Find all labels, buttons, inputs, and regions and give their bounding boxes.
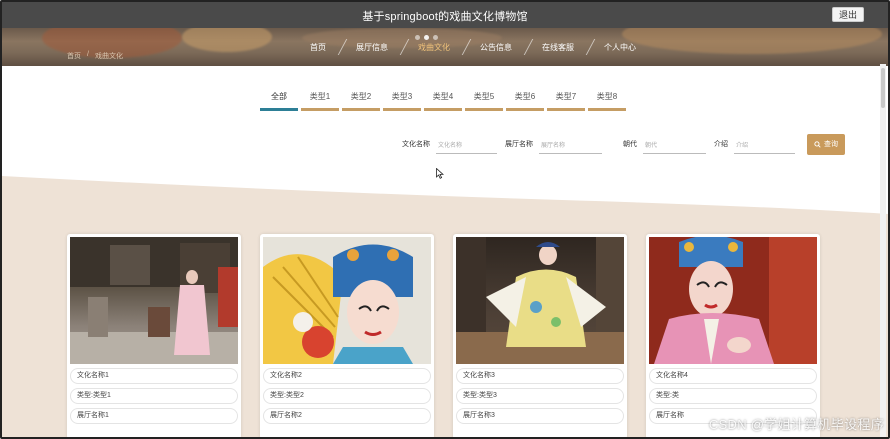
breadcrumb-home[interactable]: 首页 (67, 51, 81, 61)
search-bar: 文化名称 文化名称 展厅名称 展厅名称 朝代 朝代 介绍 介绍 查询 (402, 133, 845, 155)
card-type: 类型:类型2 (263, 388, 431, 404)
wave-divider (2, 162, 888, 214)
era-label: 朝代 (623, 141, 637, 148)
search-button[interactable]: 查询 (807, 133, 845, 155)
main-nav: 首页 展厅信息 戏曲文化 公告信息 在线客服 个人中心 (294, 39, 650, 55)
nav-item-profile[interactable]: 个人中心 (588, 42, 650, 53)
tab-type6[interactable]: 类型6 (506, 91, 544, 111)
card-image-opera-dancer[interactable] (456, 237, 624, 364)
banner: 首页 展厅信息 戏曲文化 公告信息 在线客服 个人中心 (2, 28, 888, 66)
intro-input[interactable]: 介绍 (734, 134, 795, 154)
card-image-opera-stage[interactable] (70, 237, 238, 364)
nav-item-online-service[interactable]: 在线客服 (526, 42, 588, 53)
tab-type3[interactable]: 类型3 (383, 91, 421, 111)
scrollbar-thumb[interactable] (881, 68, 885, 108)
hall-input[interactable]: 展厅名称 (539, 134, 602, 154)
card-name: 文化名称3 (456, 368, 624, 384)
breadcrumb: 首页 / 戏曲文化 (67, 51, 123, 61)
browser-frame: 基于springboot的戏曲文化博物馆 退出 首页 展厅信息 戏曲文化 公告信… (0, 0, 890, 439)
search-icon (814, 140, 821, 148)
tab-type5[interactable]: 类型5 (465, 91, 503, 111)
card-type: 类型:类 (649, 388, 817, 404)
tab-type7[interactable]: 类型7 (547, 91, 585, 111)
tab-type1[interactable]: 类型1 (301, 91, 339, 111)
tab-type2[interactable]: 类型2 (342, 91, 380, 111)
mouse-cursor-icon (436, 168, 444, 179)
card-hall: 展厅名称2 (263, 408, 431, 424)
card-type: 类型:类型3 (456, 388, 624, 404)
card-name: 文化名称2 (263, 368, 431, 384)
tab-type8[interactable]: 类型8 (588, 91, 626, 111)
era-input[interactable]: 朝代 (643, 134, 706, 154)
tab-all[interactable]: 全部 (260, 91, 298, 111)
culture-card[interactable]: 文化名称3 类型:类型3 展厅名称3 (453, 234, 627, 437)
card-image-opera-portrait[interactable] (263, 237, 431, 364)
card-image-opera-actress[interactable] (649, 237, 817, 364)
card-name: 文化名称4 (649, 368, 817, 384)
type-filter-tabs: 全部 类型1 类型2 类型3 类型4 类型5 类型6 类型7 类型8 (260, 91, 626, 111)
culture-card[interactable]: 文化名称4 类型:类 展厅名称 (646, 234, 820, 437)
intro-label: 介绍 (714, 141, 728, 148)
nav-item-opera-culture[interactable]: 戏曲文化 (402, 42, 464, 53)
logout-button[interactable]: 退出 (831, 7, 864, 22)
card-name: 文化名称1 (70, 368, 238, 384)
site-title: 基于springboot的戏曲文化博物馆 (362, 11, 528, 23)
nav-item-announcements[interactable]: 公告信息 (464, 42, 526, 53)
card-type: 类型:类型1 (70, 388, 238, 404)
nav-item-home[interactable]: 首页 (294, 42, 340, 53)
culture-card[interactable]: 文化名称2 类型:类型2 展厅名称2 (260, 234, 434, 437)
card-hall: 展厅名称3 (456, 408, 624, 424)
name-input[interactable]: 文化名称 (436, 134, 497, 154)
top-bar: 基于springboot的戏曲文化博物馆 退出 (2, 2, 888, 28)
card-hall: 展厅名称1 (70, 408, 238, 424)
breadcrumb-separator: / (87, 51, 89, 58)
hall-label: 展厅名称 (505, 141, 533, 148)
breadcrumb-current: 戏曲文化 (94, 53, 123, 60)
search-button-label: 查询 (824, 141, 838, 148)
tab-type4[interactable]: 类型4 (424, 91, 462, 111)
culture-card-list: 文化名称1 类型:类型1 展厅名称1 文化名称2 类型:类型2 展厅名称2 文化… (67, 234, 820, 437)
culture-card[interactable]: 文化名称1 类型:类型1 展厅名称1 (67, 234, 241, 437)
scrollbar[interactable] (880, 64, 886, 437)
watermark: CSDN @学姐计算机毕设程序 (708, 417, 884, 432)
name-label: 文化名称 (402, 141, 430, 148)
nav-item-halls[interactable]: 展厅信息 (340, 42, 402, 53)
